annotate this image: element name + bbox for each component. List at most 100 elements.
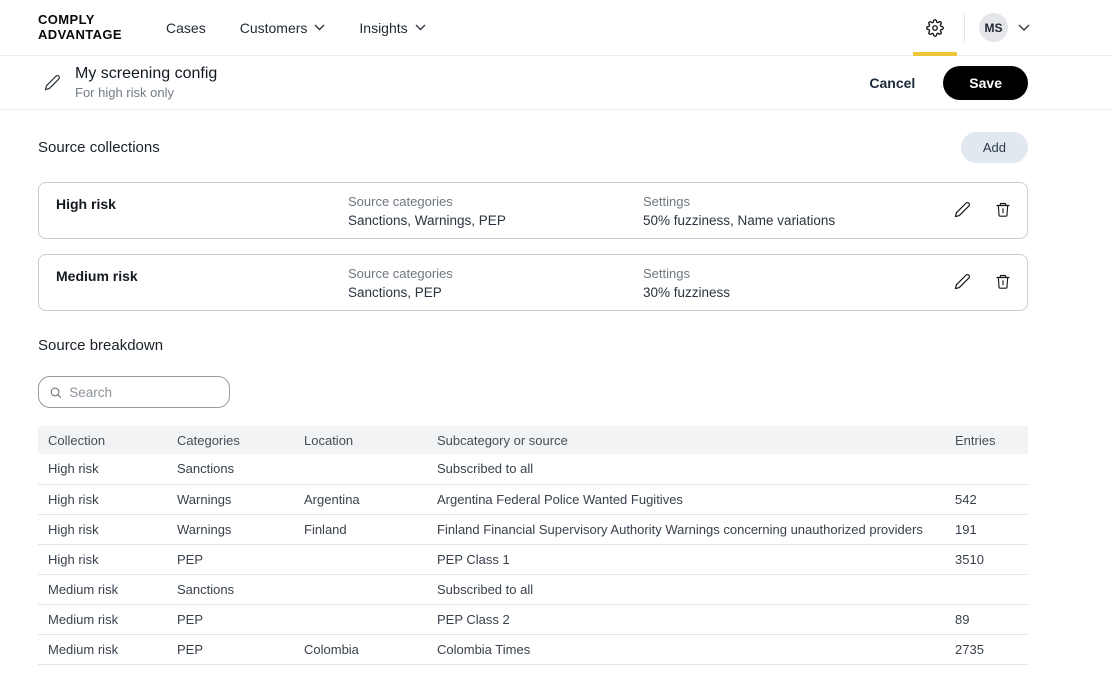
cell-location: Argentina [294, 484, 427, 514]
cell-collection: High risk [38, 454, 167, 484]
cell-location [294, 454, 427, 484]
user-avatar[interactable]: MS [979, 13, 1008, 42]
column-header-entries: Entries [945, 426, 1028, 454]
search-icon [49, 385, 62, 400]
nav-item-customers[interactable]: Customers [240, 20, 326, 36]
edit-title-icon[interactable] [44, 74, 61, 91]
cell-entries: 191 [945, 514, 1028, 544]
main-content: Source collections Add High risk Source … [38, 132, 1028, 665]
cell-entries: 89 [945, 604, 1028, 634]
column-header-collection: Collection [38, 426, 167, 454]
table-row: Medium risk Sanctions Subscribed to all [38, 574, 1028, 604]
nav-item-insights[interactable]: Insights [359, 20, 425, 36]
cell-entries [945, 454, 1028, 484]
logo-line-2: ADVANTAGE [38, 28, 122, 42]
edit-collection-button[interactable] [954, 201, 971, 218]
table-row: Medium risk PEP PEP Class 2 89 [38, 604, 1028, 634]
user-menu-chevron-icon[interactable] [1018, 24, 1030, 32]
cell-collection: High risk [38, 514, 167, 544]
cell-categories: Sanctions [167, 454, 294, 484]
table-row: Medium risk PEP Colombia Colombia Times … [38, 634, 1028, 664]
source-collections-header: Source collections Add [38, 132, 1028, 163]
primary-nav: Cases Customers Insights [166, 20, 426, 36]
cell-subcategory: PEP Class 2 [427, 604, 945, 634]
source-breakdown-title: Source breakdown [38, 337, 1028, 354]
config-header: My screening config For high risk only C… [0, 56, 1113, 110]
settings-label: Settings [643, 194, 954, 209]
logo-line-1: COMPLY [38, 13, 122, 27]
cell-subcategory: Argentina Federal Police Wanted Fugitive… [427, 484, 945, 514]
cell-collection: Medium risk [38, 604, 167, 634]
cell-collection: High risk [38, 544, 167, 574]
categories-value: Sanctions, PEP [348, 285, 643, 300]
collection-categories: Source categories Sanctions, Warnings, P… [348, 194, 643, 228]
collection-name: Medium risk [56, 266, 348, 284]
collection-card-medium-risk: Medium risk Source categories Sanctions,… [38, 254, 1028, 311]
search-box[interactable] [38, 376, 230, 408]
table-header: Collection Categories Location Subcatego… [38, 426, 1028, 454]
cell-categories: PEP [167, 604, 294, 634]
nav-item-label: Customers [240, 20, 308, 36]
cell-subcategory: Colombia Times [427, 634, 945, 664]
nav-item-label: Cases [166, 20, 206, 36]
page-title: My screening config [75, 65, 217, 83]
cell-location [294, 574, 427, 604]
table-row: High risk Warnings Finland Finland Finan… [38, 514, 1028, 544]
delete-collection-button[interactable] [995, 273, 1011, 290]
trash-icon [995, 273, 1011, 290]
cell-location: Finland [294, 514, 427, 544]
cell-collection: Medium risk [38, 574, 167, 604]
nav-divider [964, 14, 965, 42]
cell-subcategory: Finland Financial Supervisory Authority … [427, 514, 945, 544]
cell-categories: Sanctions [167, 574, 294, 604]
page-subtitle: For high risk only [75, 85, 217, 100]
card-actions [954, 194, 1011, 218]
collection-name: High risk [56, 194, 348, 212]
pencil-icon [954, 201, 971, 218]
top-nav: COMPLY ADVANTAGE Cases Customers Insight… [0, 0, 1113, 56]
settings-nav[interactable] [912, 0, 958, 56]
search-input[interactable] [69, 385, 219, 400]
cell-categories: Warnings [167, 514, 294, 544]
collection-card-high-risk: High risk Source categories Sanctions, W… [38, 182, 1028, 239]
cell-location: Colombia [294, 634, 427, 664]
source-breakdown-table: Collection Categories Location Subcatego… [38, 426, 1028, 665]
nav-right: MS [912, 0, 1030, 56]
cell-subcategory: Subscribed to all [427, 454, 945, 484]
cell-subcategory: Subscribed to all [427, 574, 945, 604]
cell-categories: PEP [167, 634, 294, 664]
column-header-subcategory: Subcategory or source [427, 426, 945, 454]
source-collections-title: Source collections [38, 139, 160, 156]
cancel-button[interactable]: Cancel [869, 75, 915, 91]
nav-item-label: Insights [359, 20, 407, 36]
cell-entries: 542 [945, 484, 1028, 514]
trash-icon [995, 201, 1011, 218]
active-tab-indicator [913, 52, 957, 56]
save-button[interactable]: Save [943, 66, 1028, 100]
categories-label: Source categories [348, 266, 643, 281]
edit-collection-button[interactable] [954, 273, 971, 290]
settings-value: 50% fuzziness, Name variations [643, 213, 954, 228]
settings-value: 30% fuzziness [643, 285, 954, 300]
settings-label: Settings [643, 266, 954, 281]
table-row: High risk Sanctions Subscribed to all [38, 454, 1028, 484]
cell-entries: 3510 [945, 544, 1028, 574]
categories-label: Source categories [348, 194, 643, 209]
nav-item-cases[interactable]: Cases [166, 20, 206, 36]
cell-location [294, 604, 427, 634]
table-header-row: Collection Categories Location Subcatego… [38, 426, 1028, 454]
table-row: High risk PEP PEP Class 1 3510 [38, 544, 1028, 574]
brand-logo[interactable]: COMPLY ADVANTAGE [38, 13, 122, 41]
table-row: High risk Warnings Argentina Argentina F… [38, 484, 1028, 514]
column-header-categories: Categories [167, 426, 294, 454]
cell-location [294, 544, 427, 574]
add-collection-button[interactable]: Add [961, 132, 1028, 163]
cell-entries [945, 574, 1028, 604]
collection-categories: Source categories Sanctions, PEP [348, 266, 643, 300]
card-actions [954, 266, 1011, 290]
chevron-down-icon [415, 24, 426, 31]
column-header-location: Location [294, 426, 427, 454]
header-actions: Cancel Save [869, 66, 1028, 100]
cell-subcategory: PEP Class 1 [427, 544, 945, 574]
delete-collection-button[interactable] [995, 201, 1011, 218]
